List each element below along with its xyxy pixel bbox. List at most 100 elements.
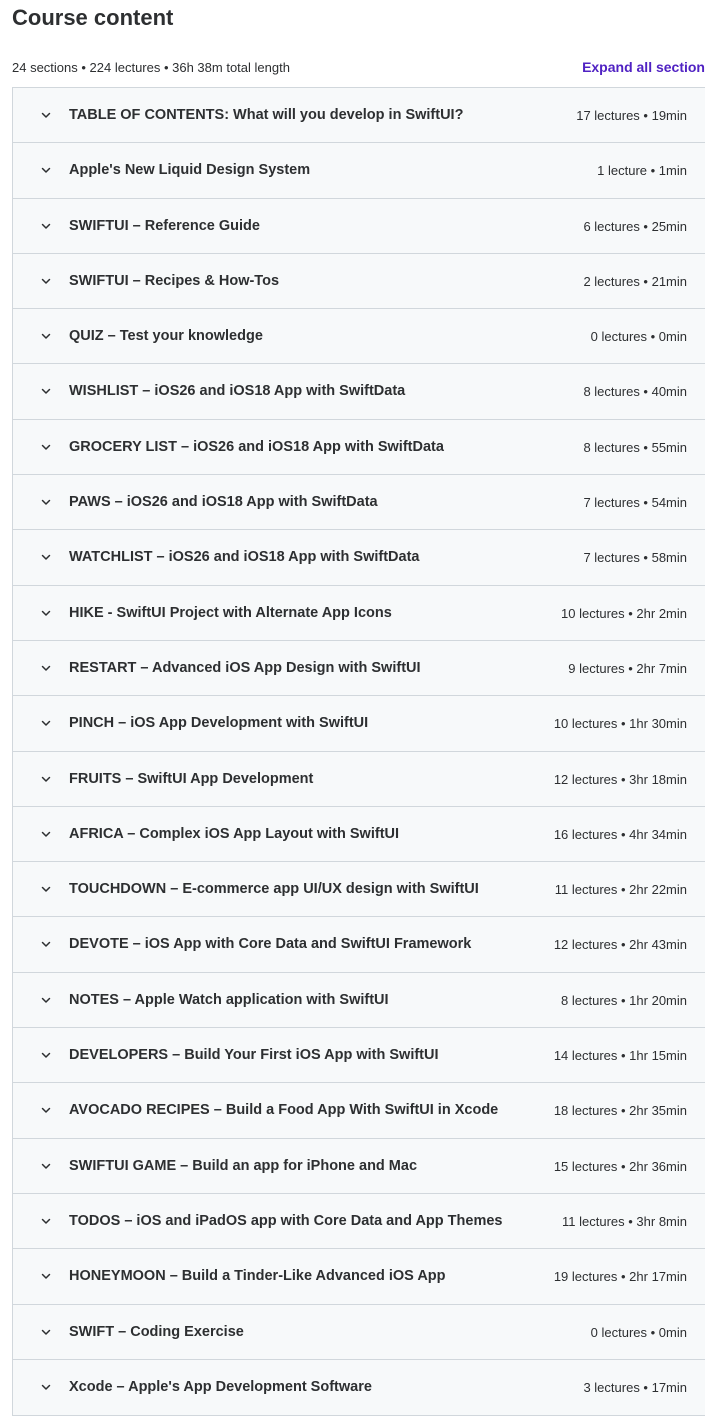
chevron-down-icon[interactable] [40, 828, 52, 840]
section-meta: 17 lectures • 19min [576, 108, 687, 123]
chevron-down-icon[interactable] [40, 330, 52, 342]
chevron-down-icon[interactable] [40, 938, 52, 950]
chevron-down-icon[interactable] [40, 496, 52, 508]
section-title: WATCHLIST – iOS26 and iOS18 App with Swi… [69, 549, 420, 566]
section-meta: 8 lectures • 1hr 20min [561, 992, 687, 1008]
section-title: HIKE - SwiftUI Project with Alternate Ap… [69, 604, 392, 621]
chevron-down-icon[interactable] [40, 441, 52, 453]
chevron-down-icon[interactable] [40, 662, 52, 674]
chevron-down-icon[interactable] [40, 551, 52, 563]
chevron-down-icon[interactable] [40, 1104, 52, 1116]
section-meta: 16 lectures • 4hr 34min [553, 826, 687, 842]
section-row-11[interactable]: RESTART – Advanced iOS App Design with S… [13, 640, 705, 697]
section-meta: 8 lectures • 40min [583, 384, 687, 400]
section-meta: 11 lectures • 3hr 8min [562, 1213, 687, 1229]
section-meta: 10 lectures • 2hr 2min [561, 605, 687, 621]
section-meta: 2 lectures • 21min [583, 273, 687, 289]
chevron-down-icon[interactable] [40, 109, 52, 121]
section-meta: 0 lectures • 0min [590, 329, 687, 345]
section-row-21[interactable]: TODOS – iOS and iPadOS app with Core Dat… [13, 1193, 705, 1250]
section-row-2[interactable]: Apple's New Liquid Design System 1 lectu… [13, 143, 705, 199]
section-row-4[interactable]: SWIFTUI – Recipes & How-Tos 2 lectures •… [13, 253, 705, 310]
course-stats: 24 sections • 224 lectures • 36h 38m tot… [12, 60, 290, 75]
section-title: PINCH – iOS App Development with SwiftUI [69, 715, 369, 732]
section-meta: 18 lectures • 2hr 35min [553, 1103, 687, 1119]
section-title: TABLE OF CONTENTS: What will you develop… [69, 107, 464, 123]
section-row-16[interactable]: DEVOTE – iOS App with Core Data and Swif… [13, 917, 705, 973]
chevron-down-icon[interactable] [40, 275, 52, 287]
section-title: PAWS – iOS26 and iOS18 App with SwiftDat… [69, 494, 378, 511]
chevron-down-icon[interactable] [40, 1215, 52, 1227]
chevron-down-icon[interactable] [40, 1049, 52, 1061]
section-meta: 12 lectures • 3hr 18min [553, 771, 687, 787]
section-meta: 14 lectures • 1hr 15min [553, 1048, 687, 1064]
section-meta: 15 lectures • 2hr 36min [553, 1158, 687, 1174]
section-list: TABLE OF CONTENTS: What will you develop… [12, 87, 705, 1417]
section-row-7[interactable]: GROCERY LIST – iOS26 and iOS18 App with … [13, 419, 705, 476]
section-title: AVOCADO RECIPES – Build a Food App With … [69, 1102, 499, 1119]
section-title: Apple's New Liquid Design System [69, 162, 311, 179]
section-row-23[interactable]: SWIFT – Coding Exercise 0 lectures • 0mi… [13, 1304, 705, 1360]
chevron-down-icon[interactable] [40, 717, 52, 729]
section-row-6[interactable]: WISHLIST – iOS26 and iOS18 App with Swif… [13, 364, 705, 420]
section-meta: 11 lectures • 2hr 22min [554, 882, 687, 898]
section-title: SWIFTUI – Recipes & How-Tos [69, 272, 280, 289]
section-title: SWIFTUI – Reference Guide [69, 217, 260, 234]
section-row-19[interactable]: AVOCADO RECIPES – Build a Food App With … [13, 1083, 705, 1139]
chevron-down-icon[interactable] [40, 1270, 52, 1282]
section-title: HONEYMOON – Build a Tinder-Like Advanced… [69, 1268, 446, 1285]
section-row-13[interactable]: FRUITS – SwiftUI App Development 12 lect… [13, 751, 705, 807]
section-row-15[interactable]: TOUCHDOWN – E-commerce app UI/UX design … [13, 862, 705, 918]
section-meta: 1 lecture • 1min [597, 163, 687, 179]
section-title: AFRICA – Complex iOS App Layout with Swi… [69, 825, 400, 842]
section-row-9[interactable]: WATCHLIST – iOS26 and iOS18 App with Swi… [13, 530, 705, 586]
chevron-down-icon[interactable] [40, 607, 52, 619]
section-row-10[interactable]: HIKE - SwiftUI Project with Alternate Ap… [13, 585, 705, 641]
section-title: TOUCHDOWN – E-commerce app UI/UX design … [69, 881, 479, 898]
section-row-14[interactable]: AFRICA – Complex iOS App Layout with Swi… [13, 806, 705, 863]
section-row-22[interactable]: HONEYMOON – Build a Tinder-Like Advanced… [13, 1249, 705, 1305]
chevron-down-icon[interactable] [40, 773, 52, 785]
section-meta: 0 lectures • 0min [590, 1324, 687, 1340]
section-row-18[interactable]: DEVELOPERS – Build Your First iOS App wi… [13, 1028, 705, 1084]
section-meta: 7 lectures • 54min [583, 495, 687, 511]
section-title: SWIFT – Coding Exercise [69, 1323, 244, 1340]
section-meta: 19 lectures • 2hr 17min [553, 1269, 687, 1285]
section-row-20[interactable]: SWIFTUI GAME – Build an app for iPhone a… [13, 1138, 705, 1194]
section-meta: 7 lectures • 58min [583, 550, 687, 566]
section-meta: 12 lectures • 2hr 43min [553, 937, 687, 953]
section-row-24[interactable]: Xcode – Apple's App Development Software… [13, 1359, 705, 1416]
chevron-down-icon[interactable] [40, 994, 52, 1006]
section-title: DEVELOPERS – Build Your First iOS App wi… [69, 1047, 439, 1064]
section-row-8[interactable]: PAWS – iOS26 and iOS18 App with SwiftDat… [13, 475, 705, 531]
section-meta: 6 lectures • 25min [583, 218, 687, 234]
section-row-17[interactable]: NOTES – Apple Watch application with Swi… [13, 972, 705, 1029]
section-row-3[interactable]: SWIFTUI – Reference Guide 6 lectures • 2… [13, 198, 705, 254]
section-title: NOTES – Apple Watch application with Swi… [69, 991, 389, 1008]
chevron-down-icon[interactable] [40, 1160, 52, 1172]
chevron-down-icon[interactable] [40, 220, 52, 232]
section-meta: 3 lectures • 17min [583, 1379, 687, 1395]
chevron-down-icon[interactable] [40, 164, 52, 176]
chevron-down-icon[interactable] [40, 883, 52, 895]
section-meta: 9 lectures • 2hr 7min [568, 660, 687, 676]
expand-all-sections-button[interactable]: Expand all section [582, 59, 705, 75]
section-row-12[interactable]: PINCH – iOS App Development with SwiftUI… [13, 696, 705, 752]
section-title: FRUITS – SwiftUI App Development [69, 770, 314, 787]
section-title: DEVOTE – iOS App with Core Data and Swif… [69, 936, 472, 953]
section-title: WISHLIST – iOS26 and iOS18 App with Swif… [69, 383, 406, 400]
section-meta: 8 lectures • 55min [583, 439, 687, 455]
section-row-5[interactable]: QUIZ – Test your knowledge 0 lectures • … [13, 309, 705, 365]
chevron-down-icon[interactable] [40, 1326, 52, 1338]
course-summary-bar: 24 sections • 224 lectures • 36h 38m tot… [12, 58, 705, 78]
section-meta: 10 lectures • 1hr 30min [553, 716, 687, 732]
section-title: TODOS – iOS and iPadOS app with Core Dat… [69, 1212, 503, 1229]
section-title: SWIFTUI GAME – Build an app for iPhone a… [69, 1157, 418, 1174]
page-title: Course content [12, 5, 174, 30]
section-row-1[interactable]: TABLE OF CONTENTS: What will you develop… [13, 88, 705, 144]
chevron-down-icon[interactable] [40, 385, 52, 397]
section-title: RESTART – Advanced iOS App Design with S… [69, 659, 421, 676]
chevron-down-icon[interactable] [40, 1381, 52, 1393]
section-title: QUIZ – Test your knowledge [69, 328, 263, 345]
section-title: GROCERY LIST – iOS26 and iOS18 App with … [69, 438, 444, 455]
